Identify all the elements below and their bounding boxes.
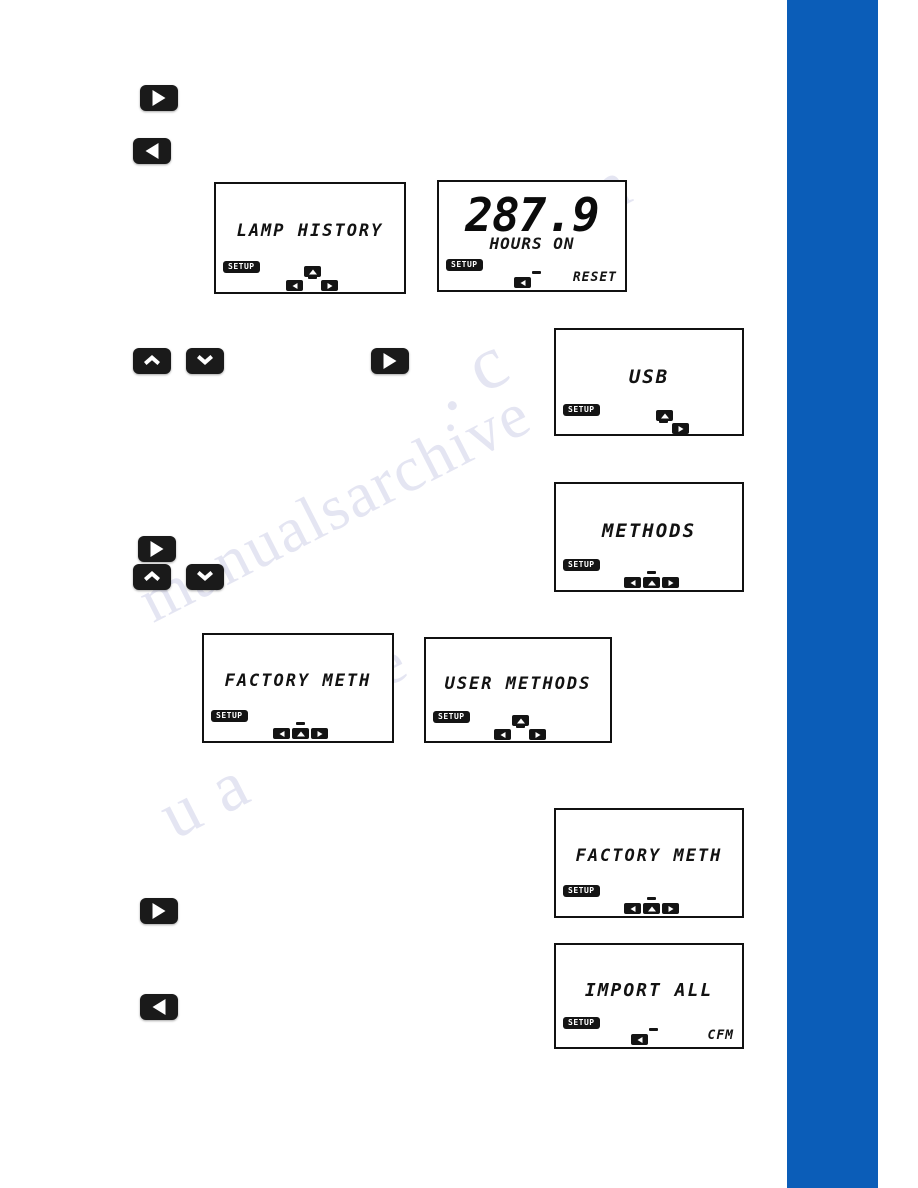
watermark-text: manualsarchive [127,377,543,636]
setup-badge: SETUP [563,559,600,571]
segment-marker [296,722,305,725]
lcd-softkey-up[interactable] [643,903,660,914]
up-arrow-icon [296,731,305,736]
up-arrow-icon [308,269,317,274]
segment-marker [649,1028,658,1031]
right-arrow-icon [327,282,332,289]
lcd-softkey-right[interactable] [662,577,679,588]
lcd-softkey-right[interactable] [662,903,679,914]
segment-marker [308,276,317,279]
lcd-main-text: FACTORY METH [575,846,723,866]
lcd-display-factory-meth-2: FACTORY METH SETUP [554,808,744,918]
lcd-main-text: METHODS [601,520,697,542]
left-arrow-icon [292,282,297,289]
lcd-softkey-left[interactable] [624,903,641,914]
segment-marker [659,420,668,423]
segment-marker [532,271,541,274]
up-arrow-icon [647,580,656,585]
right-arrow-key-2[interactable] [371,348,409,374]
down-arrow-key-2[interactable] [186,564,224,590]
up-arrow-icon [516,718,525,723]
left-arrow-icon [630,579,635,586]
left-arrow-icon [520,279,525,286]
chevron-up-icon [143,570,161,584]
lcd-softkey-right[interactable] [321,280,338,291]
chevron-up-icon [143,354,161,368]
right-arrow-icon [678,425,683,432]
left-arrow-icon [279,730,284,737]
right-arrow-icon [317,730,322,737]
triangle-right-icon [152,903,166,919]
up-arrow-key-2[interactable] [133,564,171,590]
lcd-corner-label: RESET [572,270,617,285]
lcd-display-usb: USB SETUP [554,328,744,436]
right-arrow-icon [535,731,540,738]
right-arrow-key[interactable] [140,85,178,111]
up-arrow-key[interactable] [133,348,171,374]
watermark-text: u a [147,744,262,855]
lcd-softkey-up[interactable] [643,577,660,588]
setup-badge: SETUP [211,710,248,722]
setup-badge: SETUP [563,404,600,416]
lcd-display-methods: METHODS SETUP [554,482,744,592]
lcd-display-hours-on: 287.9 HOURS ON SETUP RESET [437,180,627,292]
lcd-main-text: USB [628,366,670,388]
triangle-right-icon [150,541,164,557]
segment-marker [647,897,656,900]
lcd-softkey-right[interactable] [529,729,546,740]
lcd-main-text: IMPORT ALL [584,980,714,1001]
left-arrow-icon [630,905,635,912]
lcd-softkey-left[interactable] [273,728,290,739]
triangle-right-icon [152,90,166,106]
left-arrow-key[interactable] [133,138,171,164]
lcd-softkey-left[interactable] [286,280,303,291]
lcd-softkey-up[interactable] [292,728,309,739]
left-arrow-icon [637,1036,642,1043]
segment-marker [516,725,525,728]
right-arrow-key-3[interactable] [138,536,176,562]
lcd-main-text: LAMP HISTORY [236,221,384,241]
down-arrow-key[interactable] [186,348,224,374]
right-arrow-icon [668,905,673,912]
up-arrow-icon [647,906,656,911]
setup-badge: SETUP [563,885,600,897]
lcd-display-user-methods: USER METHODS SETUP [424,637,612,743]
left-arrow-icon [500,731,505,738]
left-arrow-key-2[interactable] [140,994,178,1020]
lcd-softkey-left[interactable] [631,1034,648,1045]
up-arrow-icon [660,413,669,418]
lcd-softkey-right[interactable] [672,423,689,434]
lcd-softkey-left[interactable] [514,277,531,288]
setup-badge: SETUP [446,259,483,271]
lcd-main-text: FACTORY METH [224,671,372,691]
segment-marker [647,571,656,574]
lcd-display-lamp-history: LAMP HISTORY SETUP [214,182,406,294]
setup-badge: SETUP [433,711,470,723]
lcd-corner-label: CFM [707,1028,734,1043]
lcd-softkey-right[interactable] [311,728,328,739]
right-arrow-key-4[interactable] [140,898,178,924]
setup-badge: SETUP [563,1017,600,1029]
chevron-down-icon [196,570,214,584]
lcd-display-import-all: IMPORT ALL SETUP CFM [554,943,744,1049]
lcd-main-text: USER METHODS [444,674,592,694]
lcd-softkey-left[interactable] [624,577,641,588]
lcd-display-factory-meth-1: FACTORY METH SETUP [202,633,394,743]
triangle-right-icon [383,353,397,369]
triangle-left-icon [145,143,159,159]
lcd-subtext: HOURS ON [489,234,575,253]
watermark-text: . c [414,317,523,429]
lcd-softkey-left[interactable] [494,729,511,740]
page-accent-band [787,0,878,1188]
chevron-down-icon [196,354,214,368]
triangle-left-icon [152,999,166,1015]
right-arrow-icon [668,579,673,586]
setup-badge: SETUP [223,261,260,273]
